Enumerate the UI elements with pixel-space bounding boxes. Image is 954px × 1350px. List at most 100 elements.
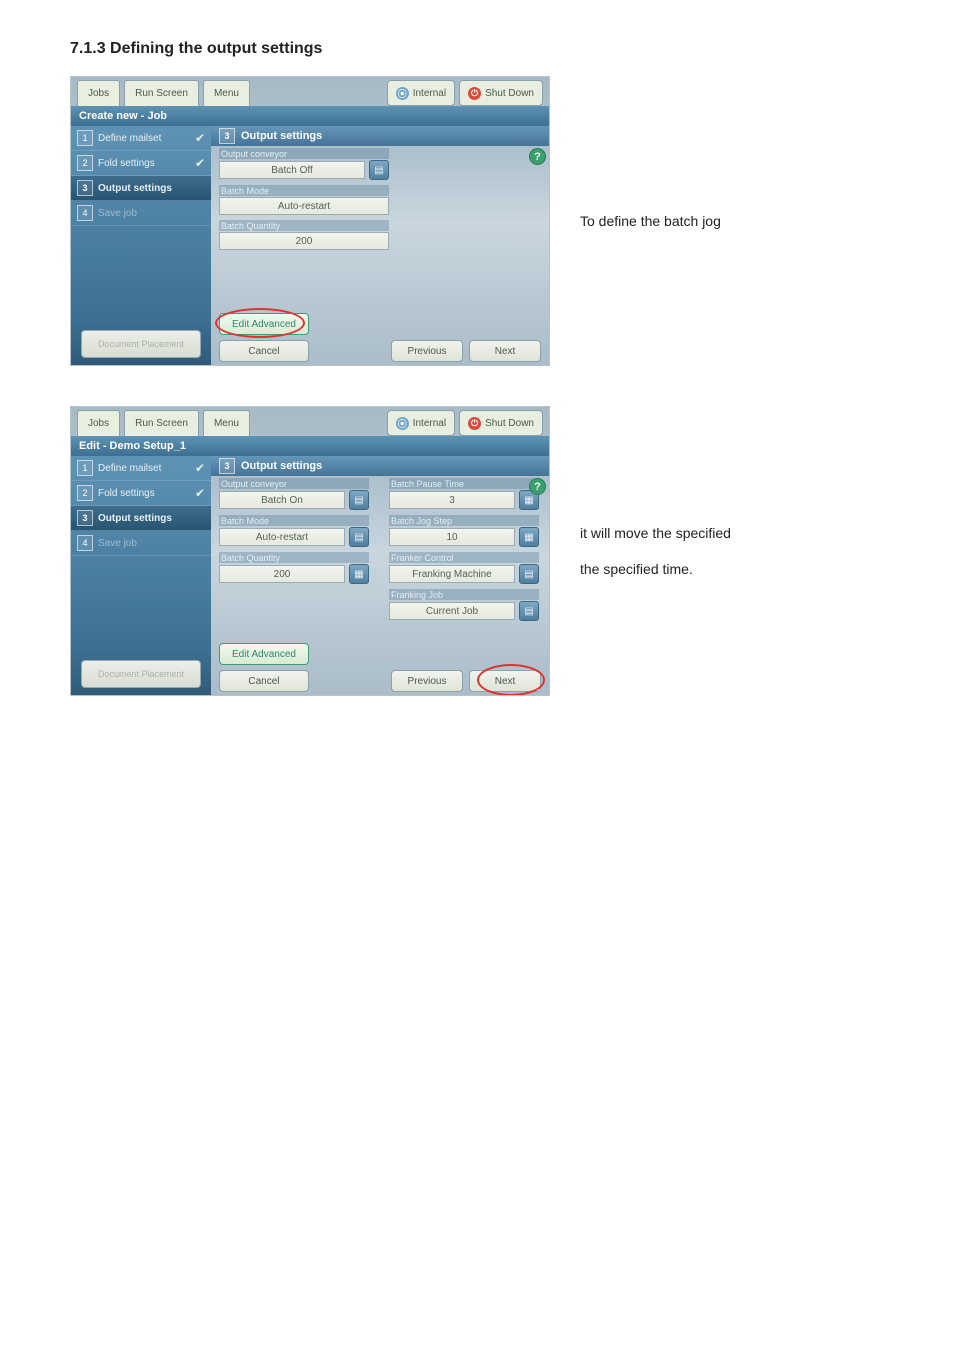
check-icon: ✔ [195, 156, 205, 170]
step-output-settings[interactable]: 3 Output settings [71, 506, 211, 531]
shut-down-label: Shut Down [485, 88, 534, 99]
output-conveyor-label: Output conveyor [219, 148, 389, 159]
next-button[interactable]: Next [469, 340, 541, 362]
shut-down-button[interactable]: ⏻ Shut Down [459, 80, 543, 106]
panel-number: 3 [219, 128, 235, 144]
tab-menu[interactable]: Menu [203, 410, 250, 436]
previous-button[interactable]: Previous [391, 340, 463, 362]
list-icon[interactable]: ▤ [519, 564, 539, 584]
batch-jog-step-label: Batch Jog Step [389, 515, 539, 526]
panel-title: Output settings [241, 460, 322, 472]
output-conveyor-value[interactable]: Batch On [219, 491, 345, 509]
tab-menu[interactable]: Menu [203, 80, 250, 106]
panel-header: 3 Output settings [211, 456, 549, 476]
franker-control-value[interactable]: Franking Machine [389, 565, 515, 583]
internal-label: Internal [413, 88, 446, 99]
step-define-mailset[interactable]: 1 Define mailset ✔ [71, 456, 211, 481]
step-label: Define mailset [98, 463, 161, 474]
check-icon: ✔ [195, 461, 205, 475]
top-bar: Jobs Run Screen Menu ⦿ Internal ⏻ Shut D… [71, 77, 549, 106]
document-placement-button: Document Placement [81, 660, 201, 688]
screenshot-2: Jobs Run Screen Menu ⦿ Internal ⏻ Shut D… [70, 406, 550, 696]
step-fold-settings[interactable]: 2 Fold settings ✔ [71, 481, 211, 506]
batch-quantity-label: Batch Quantity [219, 552, 369, 563]
batch-quantity-value[interactable]: 200 [219, 565, 345, 583]
step-number: 1 [77, 130, 93, 146]
step-save-job: 4 Save job [71, 531, 211, 556]
tab-jobs[interactable]: Jobs [77, 80, 120, 106]
person-icon: ⦿ [396, 87, 409, 100]
step-number: 1 [77, 460, 93, 476]
batch-mode-value[interactable]: Auto-restart [219, 528, 345, 546]
previous-button[interactable]: Previous [391, 670, 463, 692]
output-conveyor-label: Output conveyor [219, 478, 369, 489]
franking-job-value[interactable]: Current Job [389, 602, 515, 620]
batch-quantity-label: Batch Quantity [219, 220, 389, 231]
cancel-button[interactable]: Cancel [219, 670, 309, 692]
side-text-1: To define the batch jog [580, 213, 884, 229]
batch-pause-time-value[interactable]: 3 [389, 491, 515, 509]
list-icon[interactable]: ▤ [349, 527, 369, 547]
tab-jobs[interactable]: Jobs [77, 410, 120, 436]
edit-advanced-button[interactable]: Edit Advanced [219, 643, 309, 665]
internal-button[interactable]: ⦿ Internal [387, 80, 455, 106]
franking-job-label: Franking Job [389, 589, 539, 600]
check-icon: ✔ [195, 486, 205, 500]
tab-run-screen[interactable]: Run Screen [124, 80, 199, 106]
panel-number: 3 [219, 458, 235, 474]
step-fold-settings[interactable]: 2 Fold settings ✔ [71, 151, 211, 176]
screenshot-1: Jobs Run Screen Menu ⦿ Internal ⏻ Shut D… [70, 76, 550, 366]
step-label: Output settings [98, 183, 172, 194]
wizard-steps: 1 Define mailset ✔ 2 Fold settings ✔ 3 O… [71, 456, 211, 696]
internal-label: Internal [413, 418, 446, 429]
list-icon[interactable]: ▤ [349, 490, 369, 510]
step-number: 4 [77, 535, 93, 551]
keypad-icon[interactable]: ▦ [349, 564, 369, 584]
shut-down-label: Shut Down [485, 418, 534, 429]
step-number: 4 [77, 205, 93, 221]
batch-jog-step-value[interactable]: 10 [389, 528, 515, 546]
help-icon[interactable]: ? [529, 148, 546, 165]
section-heading: 7.1.3 Defining the output settings [70, 40, 884, 58]
power-icon: ⏻ [468, 417, 481, 430]
batch-mode-label: Batch Mode [219, 515, 369, 526]
title-bar: Edit - Demo Setup_1 [71, 436, 549, 456]
power-icon: ⏻ [468, 87, 481, 100]
step-label: Save job [98, 208, 137, 219]
document-placement-button: Document Placement [81, 330, 201, 358]
franker-control-label: Franker Control [389, 552, 539, 563]
side-text-2a: it will move the specified [580, 525, 884, 541]
wizard-steps: 1 Define mailset ✔ 2 Fold settings ✔ 3 O… [71, 126, 211, 366]
edit-advanced-button[interactable]: Edit Advanced [219, 313, 309, 335]
help-icon[interactable]: ? [529, 478, 546, 495]
step-label: Define mailset [98, 133, 161, 144]
check-icon: ✔ [195, 131, 205, 145]
batch-mode-label: Batch Mode [219, 185, 389, 196]
batch-mode-value[interactable]: Auto-restart [219, 197, 389, 215]
step-label: Fold settings [98, 488, 155, 499]
step-label: Fold settings [98, 158, 155, 169]
tab-run-screen[interactable]: Run Screen [124, 410, 199, 436]
step-number: 2 [77, 155, 93, 171]
list-icon[interactable]: ▤ [369, 160, 389, 180]
next-button[interactable]: Next [469, 670, 541, 692]
shut-down-button[interactable]: ⏻ Shut Down [459, 410, 543, 436]
step-label: Save job [98, 538, 137, 549]
side-text-2b: the specified time. [580, 561, 884, 577]
top-bar: Jobs Run Screen Menu ⦿ Internal ⏻ Shut D… [71, 407, 549, 436]
panel-title: Output settings [241, 130, 322, 142]
batch-quantity-value[interactable]: 200 [219, 232, 389, 250]
title-bar: Create new - Job [71, 106, 549, 126]
main-panel: 3 Output settings ? Output conveyor Batc… [211, 126, 549, 366]
internal-button[interactable]: ⦿ Internal [387, 410, 455, 436]
output-conveyor-value[interactable]: Batch Off [219, 161, 365, 179]
main-panel: 3 Output settings ? Output conveyor Batc… [211, 456, 549, 696]
panel-header: 3 Output settings [211, 126, 549, 146]
cancel-button[interactable]: Cancel [219, 340, 309, 362]
keypad-icon[interactable]: ▦ [519, 527, 539, 547]
list-icon[interactable]: ▤ [519, 601, 539, 621]
step-number: 2 [77, 485, 93, 501]
step-label: Output settings [98, 513, 172, 524]
step-define-mailset[interactable]: 1 Define mailset ✔ [71, 126, 211, 151]
step-output-settings[interactable]: 3 Output settings [71, 176, 211, 201]
